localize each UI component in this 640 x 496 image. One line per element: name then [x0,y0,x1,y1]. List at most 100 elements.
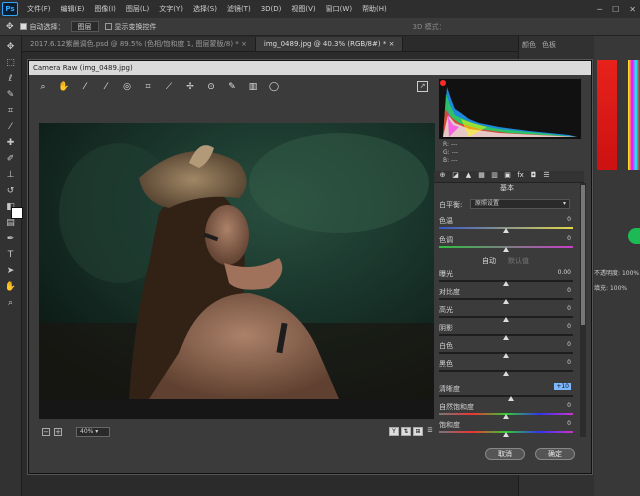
saturation-value[interactable]: 0 [531,420,571,427]
menu-window[interactable]: 窗口(W) [321,0,357,18]
healing-icon[interactable]: ✚ [5,138,17,148]
cancel-button[interactable]: 取消 [485,448,525,460]
whites-slider[interactable] [503,353,509,358]
opacity-value[interactable]: 100% [622,270,639,277]
panel-scrollbar-thumb[interactable] [581,185,585,325]
menu-filter[interactable]: 滤镜(T) [222,0,256,18]
white-balance-select[interactable]: 原照设置 ▾ [470,199,570,209]
show-transform-checkbox[interactable]: 显示变换控件 [104,22,157,32]
presets-tab-icon[interactable]: ☰ [542,171,551,180]
highlights-slider[interactable] [503,317,509,322]
tab-swatches[interactable]: 色板 [542,40,556,54]
preview-image[interactable] [39,123,435,399]
menu-edit[interactable]: 编辑(E) [56,0,90,18]
move-tool-icon[interactable]: ✥ [6,22,14,32]
contrast-slider[interactable] [503,299,509,304]
menu-image[interactable]: 图像(I) [89,0,121,18]
temperature-slider[interactable] [503,228,509,233]
shadows-slider[interactable] [503,335,509,340]
copy-current-button[interactable]: ⊞ [413,427,423,436]
color-sampler-icon[interactable]: ⁄ [100,81,112,93]
close-icon[interactable]: ✕ [629,5,636,14]
vibrance-value[interactable]: 0 [531,402,571,409]
temperature-value[interactable]: 0 [531,216,571,223]
split-toning-tab-icon[interactable]: ▥ [490,171,499,180]
green-badge-icon[interactable] [628,228,640,244]
clarity-slider[interactable] [508,396,514,401]
blacks-value[interactable]: 0 [531,359,571,366]
brush-icon[interactable]: ✐ [5,154,17,164]
camera-calibration-tab-icon[interactable]: ◘ [529,171,538,180]
zoom-out-button[interactable]: − [42,428,50,436]
pen-icon[interactable]: ✒ [5,234,17,244]
zoom-level-select[interactable]: 40% ▾ [76,427,110,437]
path-select-icon[interactable]: ➤ [5,266,17,276]
swap-before-after-button[interactable]: ⇅ [401,427,411,436]
move-icon[interactable]: ✥ [5,42,17,52]
vibrance-slider[interactable] [503,414,509,419]
exposure-value[interactable]: 0.00 [531,269,571,276]
menu-file[interactable]: 文件(F) [22,0,56,18]
hand-icon[interactable]: ✋ [5,282,17,292]
menu-help[interactable]: 帮助(H) [357,0,392,18]
clarity-value[interactable]: +10 [531,383,571,390]
graduated-filter-icon[interactable]: ▥ [247,81,259,93]
red-eye-icon[interactable]: ⊙ [205,81,217,93]
default-button[interactable]: 默认值 [508,256,529,266]
foreground-color-swatch[interactable] [11,207,23,219]
tab-color[interactable]: 颜色 [522,40,536,54]
adjustment-brush-icon[interactable]: ✎ [226,81,238,93]
saturation-slider[interactable] [503,432,509,437]
hue-slider[interactable] [628,60,640,170]
zoom-in-button[interactable]: + [54,428,62,436]
spot-removal-icon[interactable]: ✢ [184,81,196,93]
auto-select-dropdown[interactable]: 图层 [70,21,99,32]
before-after-y-button[interactable]: Y [389,427,399,436]
stamp-icon[interactable]: ⊥ [5,170,17,180]
tone-curve-tab-icon[interactable]: ◪ [451,171,460,180]
eyedropper-icon[interactable]: ⁄ [5,122,17,132]
zoom-icon[interactable]: ⌕ [37,81,49,93]
auto-select-checkbox[interactable]: 自动选择： [19,22,65,32]
marquee-icon[interactable]: ⬚ [5,58,17,68]
menu-view[interactable]: 视图(V) [286,0,320,18]
effects-tab-icon[interactable]: fx [516,171,525,180]
highlights-value[interactable]: 0 [531,305,571,312]
detail-tab-icon[interactable]: ▲ [464,171,473,180]
crop-icon[interactable]: ⌗ [142,81,154,93]
whites-value[interactable]: 0 [531,341,571,348]
toggle-fullscreen-icon[interactable]: ↗ [417,81,428,92]
straighten-icon[interactable]: ⟋ [163,81,175,93]
radial-filter-icon[interactable]: ◯ [268,81,280,93]
menu-3d[interactable]: 3D(D) [256,0,287,18]
menu-layer[interactable]: 图层(L) [121,0,154,18]
hand-icon[interactable]: ✋ [58,81,70,93]
blacks-slider[interactable] [503,371,509,376]
ok-button[interactable]: 确定 [535,448,575,460]
tab-document-psd[interactable]: 2017.6.12紫晨调色.psd @ 89.5% (色相/饱和度 1, 图层蒙… [22,37,256,51]
target-adjust-icon[interactable]: ◎ [121,81,133,93]
lasso-icon[interactable]: ℓ [5,74,17,84]
maximize-icon[interactable]: ☐ [612,5,619,14]
history-brush-icon[interactable]: ↺ [5,186,17,196]
basic-tab-icon[interactable]: ⊕ [438,171,447,180]
zoom-icon[interactable]: ⌕ [5,298,17,308]
gradient-icon[interactable]: ▤ [5,218,17,228]
minimize-icon[interactable]: ─ [597,5,602,14]
hsl-tab-icon[interactable]: ▦ [477,171,486,180]
quick-select-icon[interactable]: ✎ [5,90,17,100]
crop-icon[interactable]: ⌗ [5,106,17,116]
menu-type[interactable]: 文字(Y) [154,0,188,18]
color-field[interactable] [597,60,617,170]
type-icon[interactable]: T [5,250,17,260]
tab-document-jpg[interactable]: img_0489.jpg @ 40.3% (RGB/8#) * × [255,37,404,51]
tint-value[interactable]: 0 [531,235,571,242]
auto-button[interactable]: 自动 [482,256,496,266]
white-balance-icon[interactable]: ⁄ [79,81,91,93]
tint-slider[interactable] [503,247,509,252]
lens-tab-icon[interactable]: ▣ [503,171,512,180]
contrast-value[interactable]: 0 [531,287,571,294]
fill-value[interactable]: 100% [610,285,627,292]
menu-select[interactable]: 选择(S) [188,0,222,18]
shadows-value[interactable]: 0 [531,323,571,330]
